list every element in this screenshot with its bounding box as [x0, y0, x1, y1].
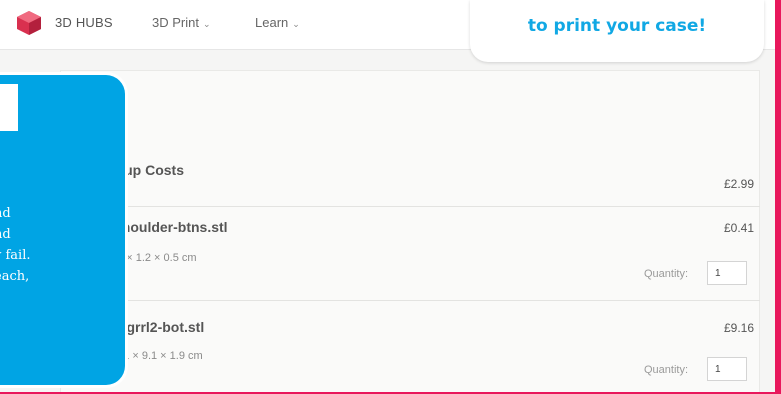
quantity-input[interactable]: 1 — [707, 357, 747, 381]
info-box-text-line: nd — [0, 227, 11, 242]
3d-hubs-logo-icon[interactable] — [14, 9, 44, 37]
item-price: £9.16 — [723, 321, 754, 335]
chevron-down-icon: ⌄ — [202, 19, 211, 29]
page: { "nav": { "brand": "3D HUBS", "print_la… — [0, 0, 781, 394]
callout-text: to print your case! — [527, 16, 707, 36]
chevron-down-icon: ⌄ — [292, 19, 300, 29]
info-box-text-line: each, — [0, 269, 30, 284]
quantity-input[interactable]: 1 — [707, 261, 747, 285]
divider — [60, 206, 760, 207]
nav-learn-label: Learn — [255, 15, 289, 30]
quantity-label: Quantity: — [644, 268, 689, 280]
brand-name[interactable]: 3D HUBS — [55, 15, 113, 30]
divider — [60, 300, 760, 301]
info-box-header-block — [0, 84, 18, 131]
info-box-text-line: nd — [0, 206, 11, 221]
item-price: £0.41 — [723, 221, 754, 235]
startup-costs-price: £2.99 — [723, 177, 754, 191]
nav-3d-print-label: 3D Print — [152, 15, 199, 30]
callout-banner: to print your case! — [470, 0, 764, 62]
quantity-label: Quantity: — [644, 364, 689, 376]
nav-3d-print[interactable]: 3D Print ⌄ — [152, 15, 211, 30]
info-box-text-line: y fail. — [0, 248, 31, 263]
browser-frame: 3D HUBS 3D Print⌄ Learn⌄ er rtup Costs £… — [0, 0, 775, 392]
info-box: nd nd y fail. each, — [0, 72, 128, 388]
item-name: shoulder-btns.stl — [114, 219, 228, 235]
nav-learn[interactable]: Learn ⌄ — [255, 15, 300, 30]
